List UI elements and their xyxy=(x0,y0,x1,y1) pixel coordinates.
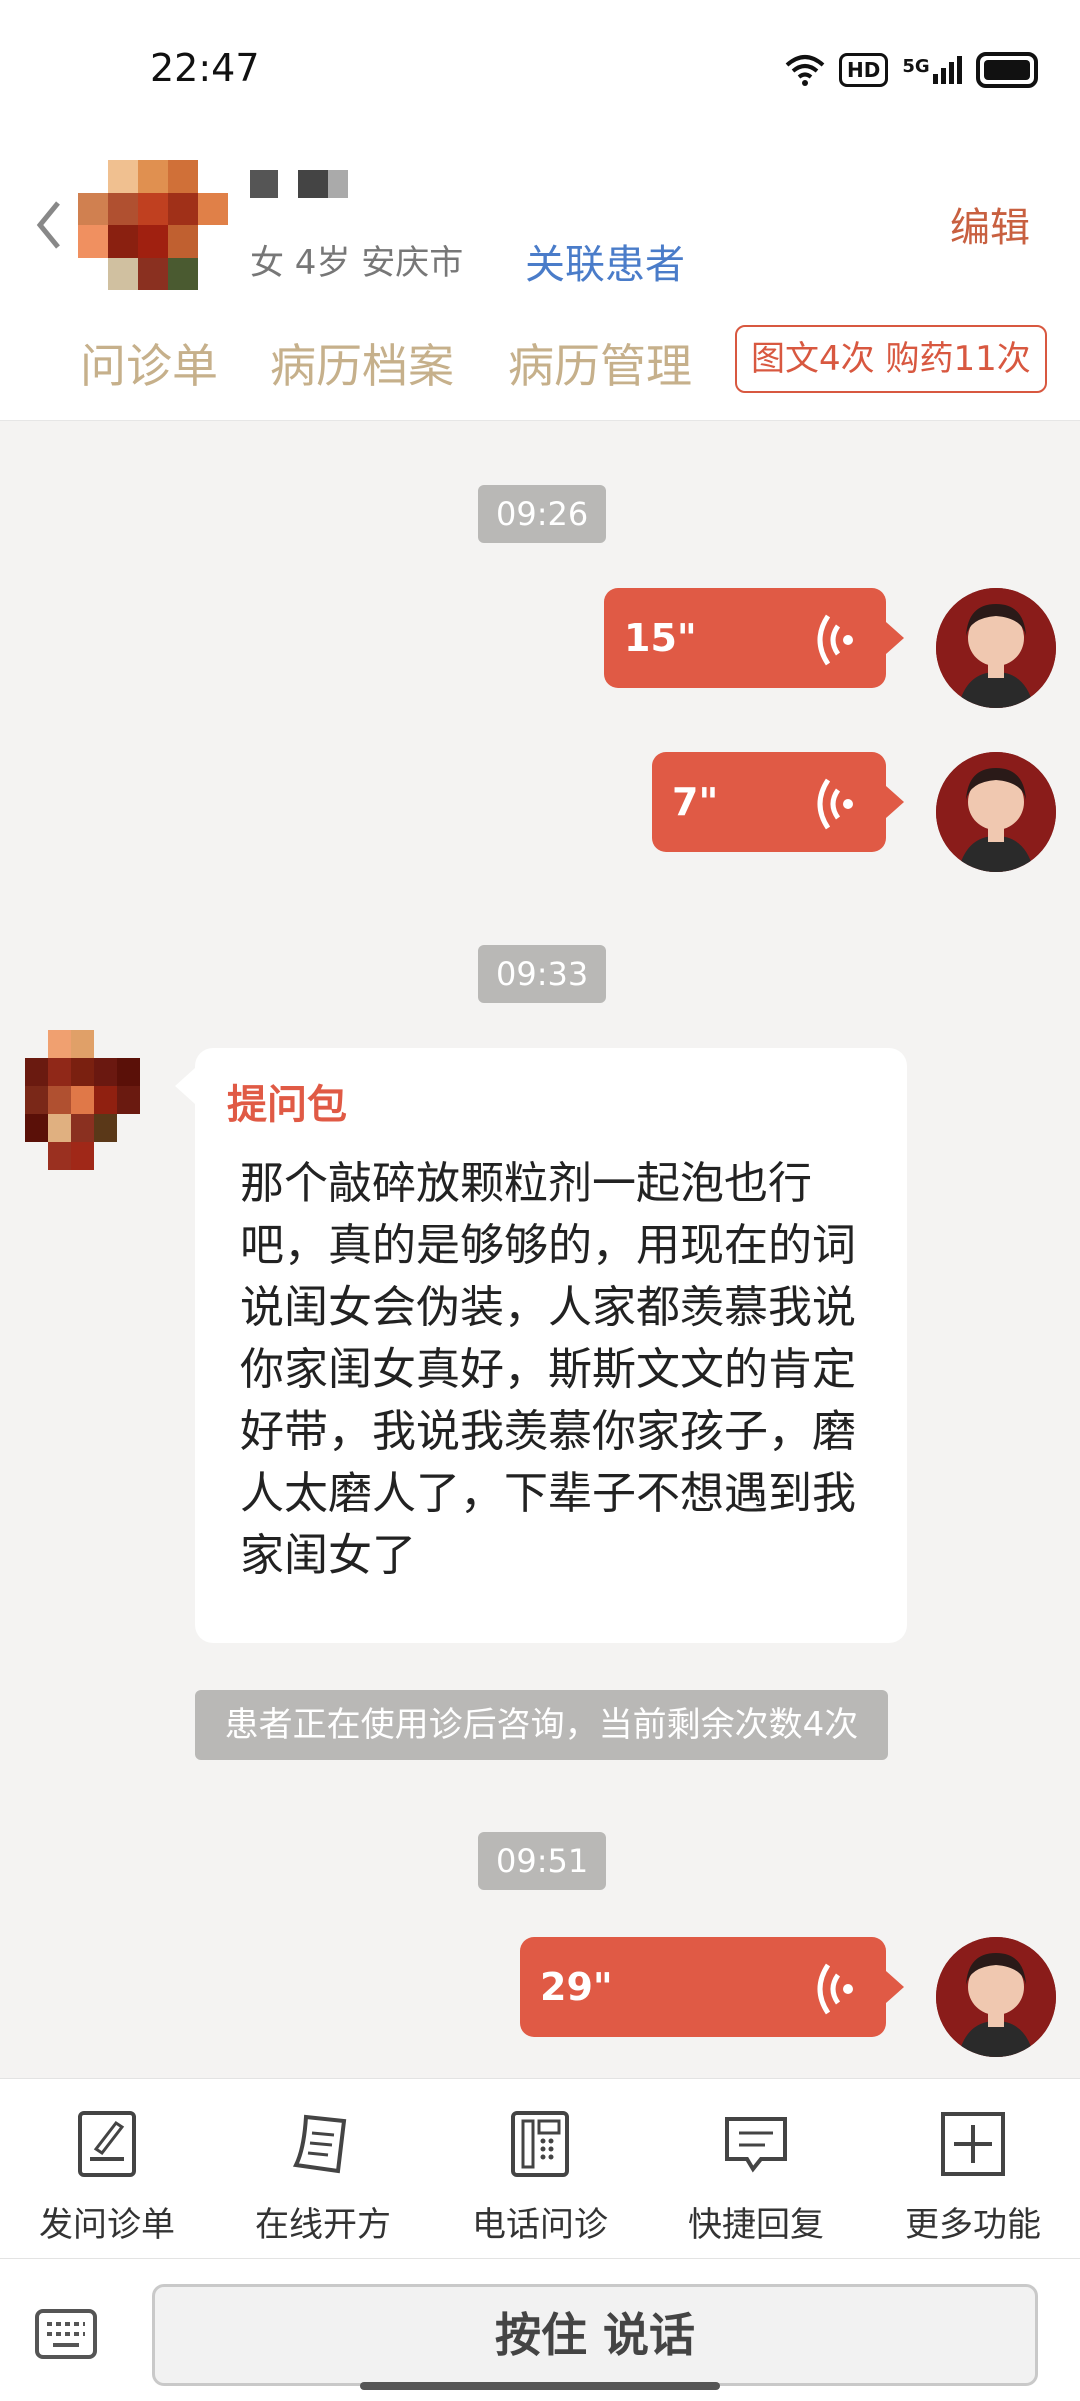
function-toolbar: 发问诊单 在线开方 电话问诊 快捷回复 更多功能 xyxy=(0,2078,1080,2259)
signal-icon: 5G xyxy=(902,56,962,84)
voice-message[interactable]: 29" xyxy=(520,1937,904,2037)
consult-remaining-notice: 患者正在使用诊后咨询，当前剩余次数4次 xyxy=(195,1690,888,1760)
send-form-button[interactable]: 发问诊单 xyxy=(7,2109,207,2246)
tool-label: 快捷回复 xyxy=(688,2205,824,2245)
phone-icon xyxy=(511,2111,569,2177)
tool-label: 在线开方 xyxy=(255,2205,391,2245)
voice-wave-icon xyxy=(817,778,853,830)
quick-reply-button[interactable]: 快捷回复 xyxy=(656,2109,856,2246)
online-prescription-button[interactable]: 在线开方 xyxy=(223,2109,423,2246)
edit-button[interactable]: 编辑 xyxy=(950,195,1030,253)
status-icons: HD 5G xyxy=(785,50,1038,90)
voice-wave-icon xyxy=(817,614,853,666)
hd-icon: HD xyxy=(839,53,889,87)
service-count-badge[interactable]: 图文4次 购药11次 xyxy=(735,325,1047,393)
quick-reply-icon xyxy=(725,2117,787,2173)
tab-medical-records[interactable]: 病历档案 xyxy=(270,330,454,396)
patient-message-text: 那个敲碎放颗粒剂一起泡也行吧，真的是够够的，用现在的词说闺女会伪装，人家都羡慕我… xyxy=(240,1158,856,1581)
plus-icon xyxy=(941,2112,1005,2176)
voice-message[interactable]: 7" xyxy=(652,752,904,852)
keyboard-icon[interactable] xyxy=(35,2309,97,2359)
tool-label: 电话问诊 xyxy=(472,2205,608,2245)
time-divider: 09:26 xyxy=(478,485,607,543)
prescription-icon xyxy=(292,2114,347,2174)
patient-message-bubble[interactable]: 提问包 那个敲碎放颗粒剂一起泡也行吧，真的是够够的，用现在的词说闺女会伪装，人家… xyxy=(175,1048,907,1643)
input-bar: 按住 说话 xyxy=(0,2258,1080,2401)
doctor-avatar[interactable] xyxy=(936,752,1056,872)
tab-consult-form[interactable]: 问诊单 xyxy=(80,330,218,396)
tool-label: 更多功能 xyxy=(905,2205,1041,2245)
voice-wave-icon xyxy=(817,1963,853,2015)
time-divider: 09:33 xyxy=(478,945,607,1003)
patient-name-redacted xyxy=(250,170,348,198)
voice-duration: 7" xyxy=(672,780,719,824)
wifi-icon xyxy=(785,55,825,86)
more-functions-button[interactable]: 更多功能 xyxy=(873,2109,1073,2246)
voice-message[interactable]: 15" xyxy=(604,588,904,688)
status-time: 22:47 xyxy=(150,46,260,90)
question-pack-tag: 提问包 xyxy=(227,1082,347,1128)
patient-avatar[interactable] xyxy=(78,160,228,290)
tool-label: 发问诊单 xyxy=(39,2205,175,2245)
voice-duration: 15" xyxy=(624,616,697,660)
home-indicator[interactable] xyxy=(360,2382,720,2390)
link-patient-button[interactable]: 关联患者 xyxy=(525,232,685,290)
hold-to-talk-button[interactable]: 按住 说话 xyxy=(152,2284,1038,2386)
doctor-avatar[interactable] xyxy=(936,588,1056,708)
network-label: 5G xyxy=(902,56,930,77)
form-icon xyxy=(78,2111,136,2177)
patient-info: 女 4岁 安庆市 xyxy=(250,243,464,283)
status-bar: 22:47 HD 5G xyxy=(0,0,1080,140)
phone-consult-button[interactable]: 电话问诊 xyxy=(440,2109,640,2246)
battery-icon xyxy=(975,52,1038,88)
doctor-avatar[interactable] xyxy=(936,1937,1056,2057)
back-icon[interactable] xyxy=(30,195,70,255)
tab-records-management[interactable]: 病历管理 xyxy=(508,330,692,396)
patient-header: 女 4岁 安庆市 关联患者 编辑 问诊单 病历档案 病历管理 图文4次 购药11… xyxy=(0,140,1080,421)
voice-duration: 29" xyxy=(540,1965,613,2009)
patient-chat-avatar[interactable] xyxy=(25,1030,140,1170)
time-divider: 09:51 xyxy=(478,1832,607,1890)
